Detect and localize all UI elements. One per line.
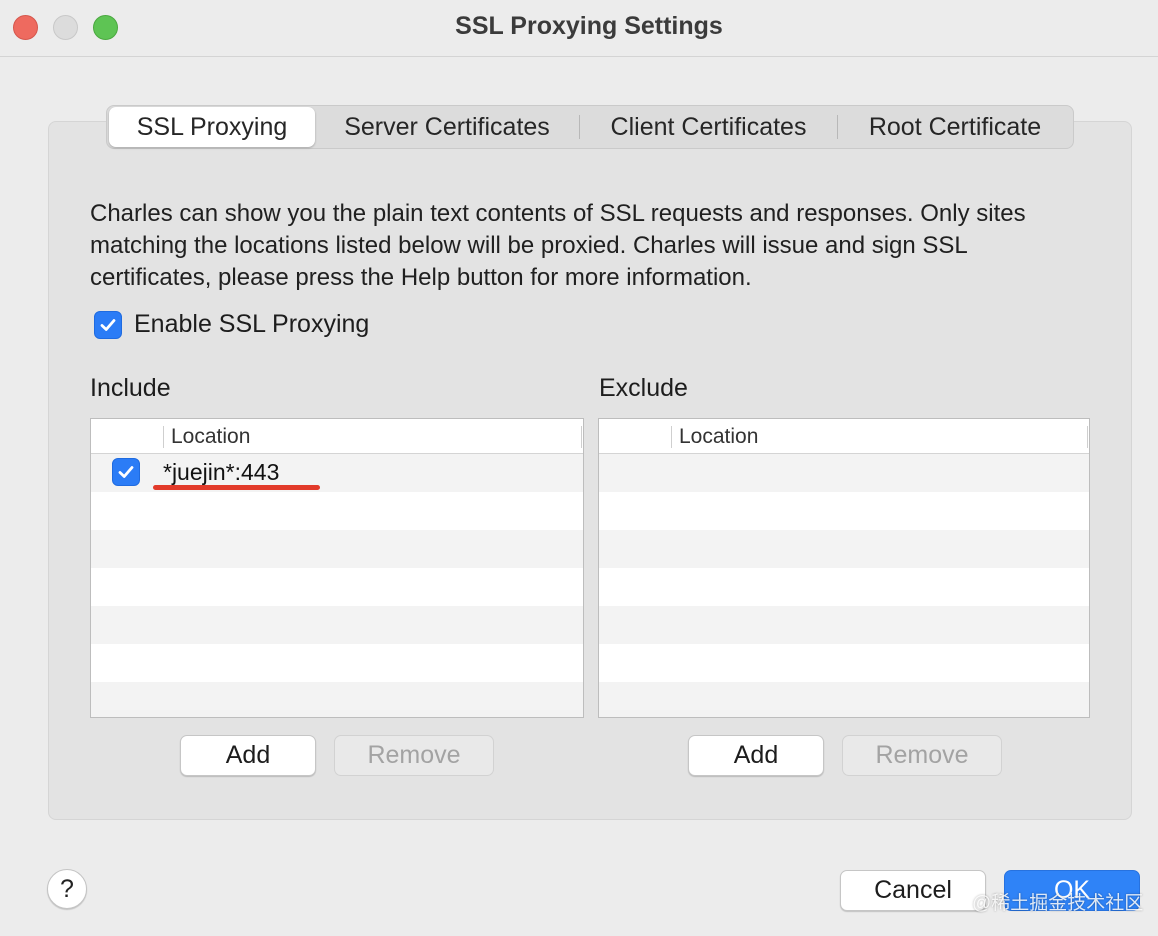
location-column-header[interactable]: Location: [171, 425, 250, 449]
table-row: [599, 492, 1089, 530]
table-row: [599, 682, 1089, 717]
checkmark-icon: [118, 466, 134, 478]
help-button[interactable]: ?: [47, 869, 87, 909]
exclude-title: Exclude: [599, 374, 688, 402]
tab-client-certificates[interactable]: Client Certificates: [580, 107, 837, 147]
exclude-table-header: Location: [599, 419, 1089, 454]
exclude-add-button[interactable]: Add: [688, 735, 824, 776]
tab-root-certificate[interactable]: Root Certificate: [838, 107, 1072, 147]
column-divider: [671, 426, 672, 448]
location-column-header[interactable]: Location: [679, 425, 758, 449]
tab-bar: SSL Proxying Server Certificates Client …: [106, 105, 1074, 149]
include-remove-button[interactable]: Remove: [334, 735, 494, 776]
location-cell: *juejin*:443: [163, 459, 280, 485]
table-row: [599, 454, 1089, 492]
ssl-description: Charles can show you the plain text cont…: [90, 200, 1026, 291]
table-row: [599, 530, 1089, 568]
title-bar: SSL Proxying Settings: [0, 0, 1158, 57]
table-row: [599, 568, 1089, 606]
watermark: @稀土掘金技术社区: [972, 893, 1144, 914]
include-table-header: Location: [91, 419, 583, 454]
table-row: [91, 492, 583, 530]
annotation-underline: [153, 485, 320, 490]
column-divider: [1087, 426, 1088, 448]
table-row[interactable]: *juejin*:443: [91, 454, 583, 492]
table-row: [91, 568, 583, 606]
exclude-remove-button[interactable]: Remove: [842, 735, 1002, 776]
tab-server-certificates[interactable]: Server Certificates: [315, 107, 579, 147]
enable-ssl-checkbox[interactable]: [94, 311, 122, 339]
table-row: [599, 606, 1089, 644]
cancel-button[interactable]: Cancel: [840, 870, 986, 911]
column-divider: [581, 426, 582, 448]
table-row: [91, 644, 583, 682]
include-table[interactable]: Location *juejin*:443: [90, 418, 584, 718]
table-row: [91, 682, 583, 717]
checkmark-icon: [100, 319, 116, 331]
table-row: [91, 606, 583, 644]
include-add-button[interactable]: Add: [180, 735, 316, 776]
tab-ssl-proxying[interactable]: SSL Proxying: [109, 107, 315, 147]
table-row: [91, 530, 583, 568]
row-enabled-checkbox[interactable]: [112, 458, 140, 486]
table-row: [599, 644, 1089, 682]
window-title: SSL Proxying Settings: [455, 12, 723, 40]
include-title: Include: [90, 374, 171, 402]
column-divider: [163, 426, 164, 448]
exclude-table[interactable]: Location: [598, 418, 1090, 718]
enable-ssl-label: Enable SSL Proxying: [134, 310, 370, 338]
